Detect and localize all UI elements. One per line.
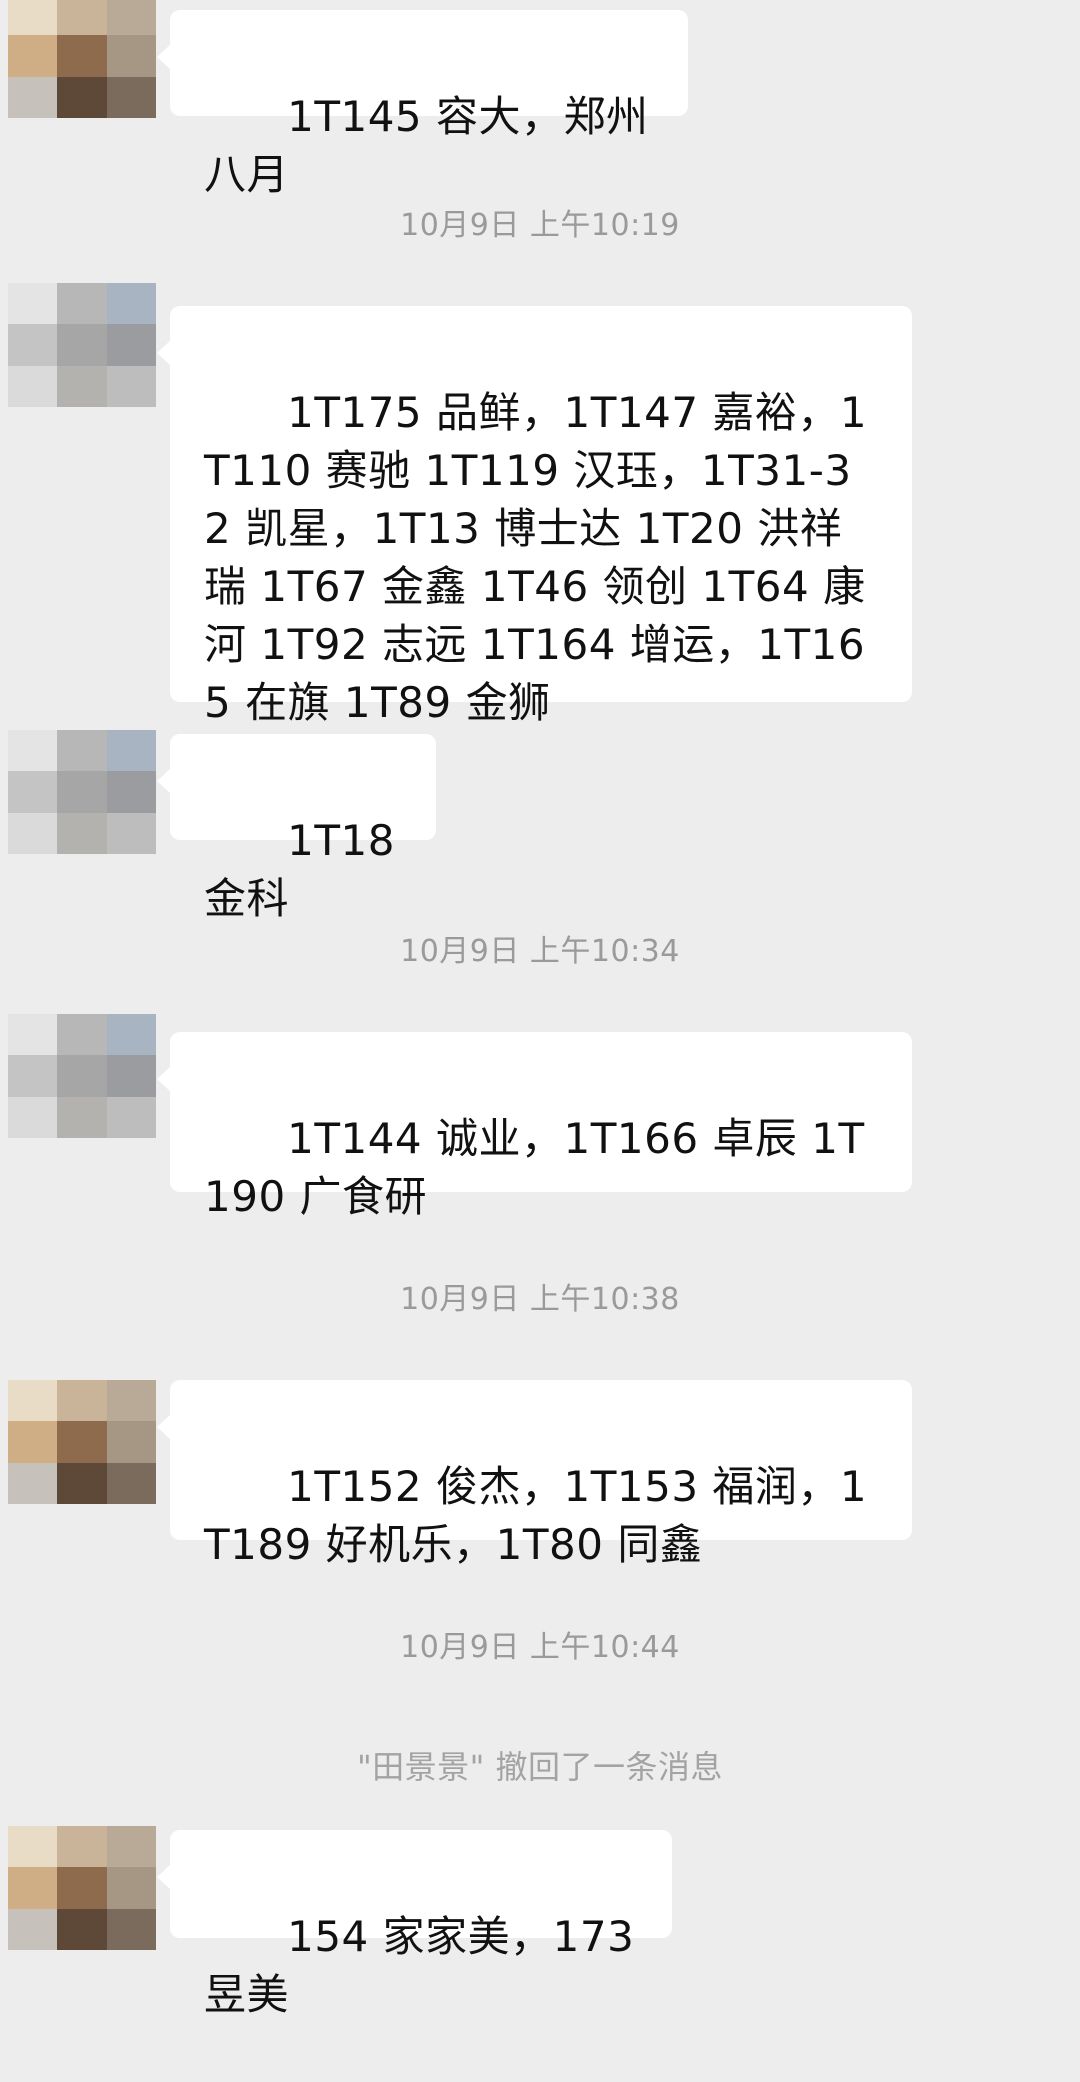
avatar-pixel <box>8 76 58 118</box>
avatar-pixel <box>8 730 58 772</box>
avatar-pixel <box>57 1867 107 1909</box>
avatar-pixel <box>57 1014 107 1056</box>
avatar[interactable] <box>8 1826 156 1950</box>
avatar-pixel <box>106 812 156 854</box>
avatar-pixel <box>57 730 107 772</box>
avatar-pixel <box>106 771 156 813</box>
avatar-pixel <box>8 0 58 36</box>
avatar-pixel <box>57 365 107 407</box>
avatar-pixel <box>57 0 107 36</box>
avatar-pixel <box>106 1055 156 1097</box>
avatar-pixel <box>8 812 58 854</box>
avatar-pixel <box>57 1826 107 1868</box>
chat-message-list[interactable]: 1T145 容大，郑州八月 10月9日 上午10:19 1T175 品鲜，1T1… <box>0 0 1080 2019</box>
avatar-pixel <box>57 283 107 325</box>
message-text: 1T145 容大，郑州八月 <box>204 92 649 199</box>
avatar-pixel <box>57 324 107 366</box>
avatar-pixel <box>8 365 58 407</box>
avatar-pixel <box>57 1055 107 1097</box>
timestamp: 10月9日 上午10:19 <box>400 208 680 243</box>
avatar-pixel <box>8 1908 58 1950</box>
avatar-pixel <box>106 1014 156 1056</box>
avatar-pixel <box>106 324 156 366</box>
message-text: 1T18 金科 <box>204 816 409 923</box>
message-bubble[interactable]: 154 家家美，173 昱美 <box>157 1830 672 2019</box>
avatar-pixel <box>106 1908 156 1950</box>
avatar-pixel <box>8 35 58 77</box>
avatar-pixel <box>106 76 156 118</box>
avatar-pixel <box>57 1908 107 1950</box>
avatar-pixel <box>8 1014 58 1056</box>
avatar-pixel <box>106 730 156 772</box>
avatar[interactable] <box>8 283 156 407</box>
avatar[interactable] <box>8 730 156 854</box>
avatar-pixel <box>106 35 156 77</box>
avatar[interactable] <box>8 1380 156 1504</box>
message-bubble[interactable]: 1T18 金科 <box>157 734 436 923</box>
avatar-pixel <box>8 1380 58 1422</box>
message-text: 1T152 俊杰，1T153 福润，1T189 好机乐，1T80 同鑫 <box>204 1462 868 1569</box>
avatar-pixel <box>57 1421 107 1463</box>
avatar-pixel <box>57 1380 107 1422</box>
avatar-pixel <box>8 771 58 813</box>
timestamp: 10月9日 上午10:34 <box>400 934 680 969</box>
avatar-pixel <box>106 1462 156 1504</box>
avatar-pixel <box>8 1055 58 1097</box>
avatar-pixel <box>8 1867 58 1909</box>
avatar-pixel <box>8 1421 58 1463</box>
avatar-pixel <box>57 76 107 118</box>
avatar-pixel <box>57 1462 107 1504</box>
avatar-pixel <box>8 1096 58 1138</box>
avatar-pixel <box>8 1826 58 1868</box>
message-bubble[interactable]: 1T175 品鲜，1T147 嘉裕，1T110 赛驰 1T119 汉珏，1T31… <box>157 306 912 727</box>
avatar-pixel <box>57 35 107 77</box>
timestamp: 10月9日 上午10:38 <box>400 1282 680 1317</box>
avatar-pixel <box>106 1826 156 1868</box>
avatar-pixel <box>8 324 58 366</box>
avatar-pixel <box>106 1867 156 1909</box>
avatar-pixel <box>8 1462 58 1504</box>
message-bubble[interactable]: 1T144 诚业，1T166 卓辰 1T190 广食研 <box>157 1032 912 1221</box>
message-text: 1T175 品鲜，1T147 嘉裕，1T110 赛驰 1T119 汉珏，1T31… <box>204 388 868 727</box>
avatar-pixel <box>106 365 156 407</box>
avatar-pixel <box>106 1096 156 1138</box>
timestamp: 10月9日 上午10:44 <box>400 1630 680 1665</box>
avatar-pixel <box>106 0 156 36</box>
message-text: 154 家家美，173 昱美 <box>204 1912 649 2019</box>
avatar[interactable] <box>8 1014 156 1138</box>
avatar-pixel <box>8 283 58 325</box>
avatar-pixel <box>106 1421 156 1463</box>
avatar-pixel <box>57 771 107 813</box>
avatar-pixel <box>106 1380 156 1422</box>
avatar-pixel <box>57 812 107 854</box>
message-bubble[interactable]: 1T152 俊杰，1T153 福润，1T189 好机乐，1T80 同鑫 <box>157 1380 912 1569</box>
avatar[interactable] <box>8 0 156 118</box>
recall-notice: "田景景" 撤回了一条消息 <box>356 1748 724 1786</box>
message-bubble[interactable]: 1T145 容大，郑州八月 <box>157 10 688 199</box>
avatar-pixel <box>106 283 156 325</box>
message-text: 1T144 诚业，1T166 卓辰 1T190 广食研 <box>204 1114 865 1221</box>
avatar-pixel <box>57 1096 107 1138</box>
